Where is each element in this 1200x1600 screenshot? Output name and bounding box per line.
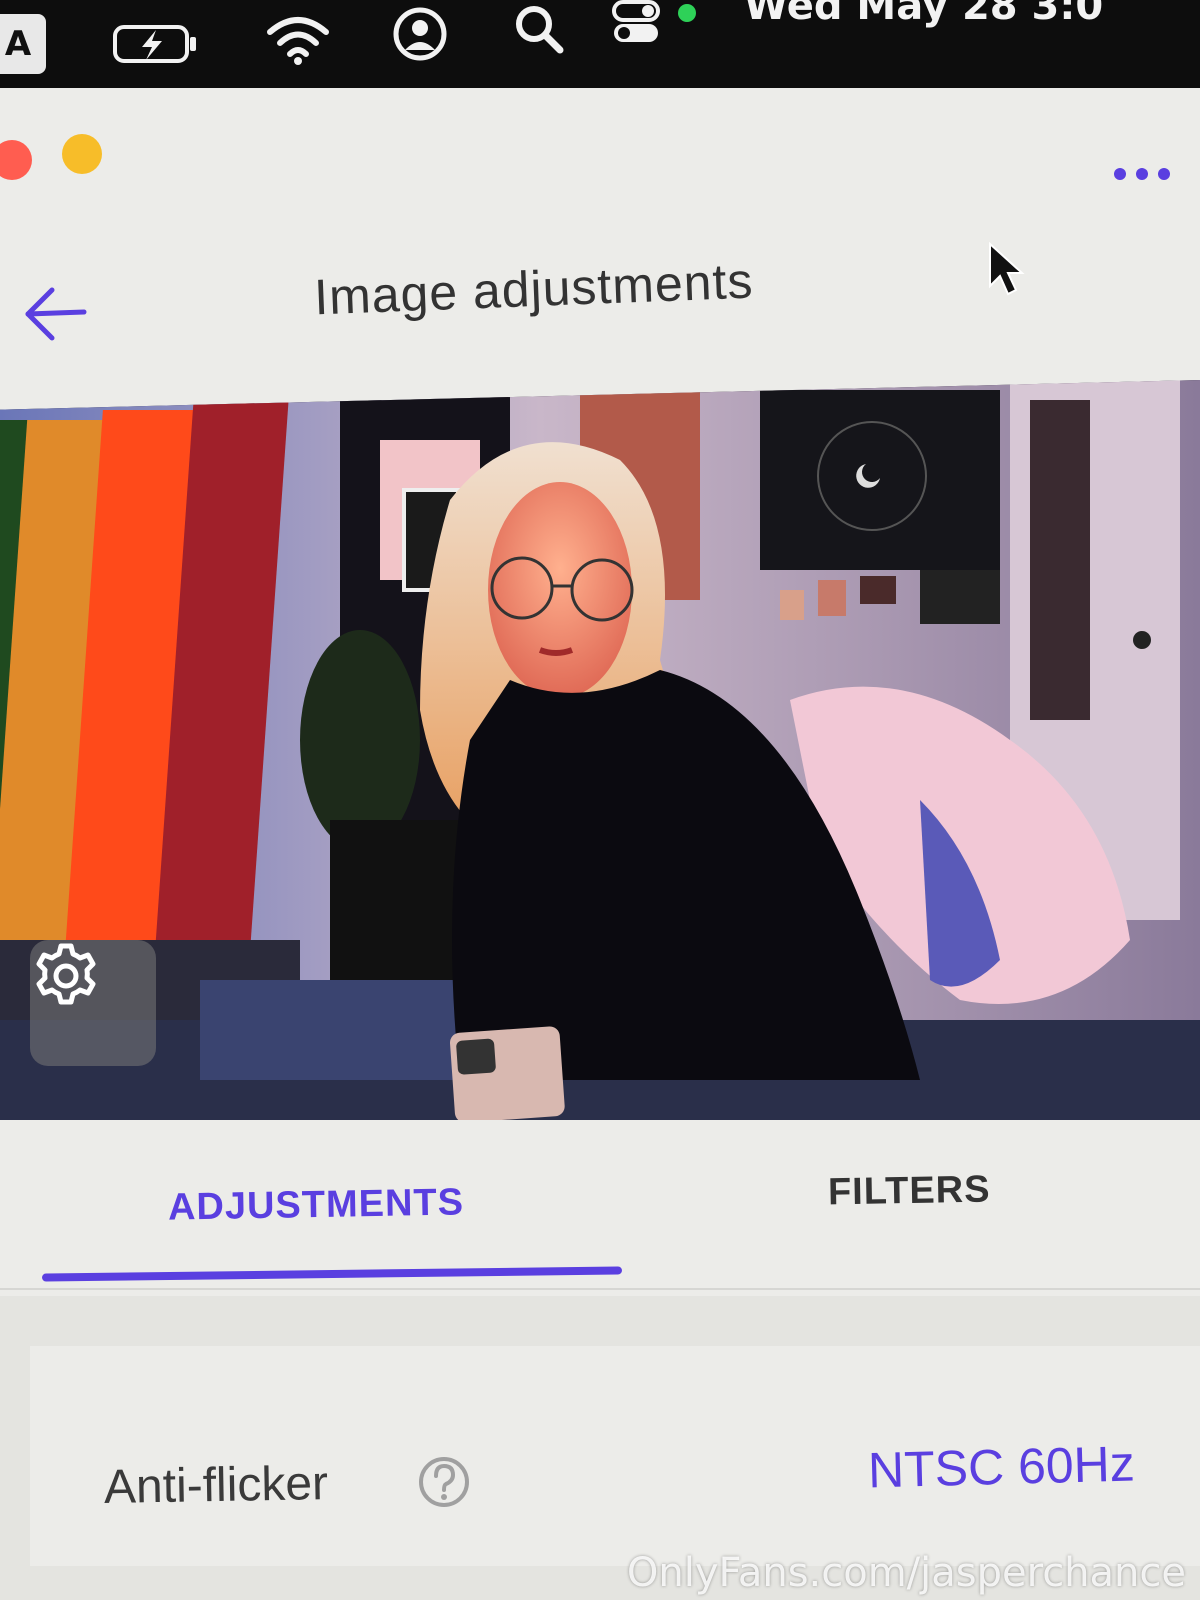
more-options-icon[interactable] [1114, 168, 1170, 180]
watermark-text: OnlyFans.com/jasperchance [626, 1550, 1186, 1596]
mouse-pointer-icon [988, 241, 1028, 300]
window-titlebar [0, 88, 1200, 218]
anti-flicker-value[interactable]: NTSC 60Hz [867, 1435, 1135, 1500]
tab-bar: ADJUSTMENTS FILTERS [0, 1120, 1200, 1296]
camera-in-use-indicator [678, 4, 696, 22]
page-header: Image adjustments [0, 218, 1200, 368]
preview-settings-button[interactable] [30, 940, 156, 1066]
user-account-icon[interactable] [392, 6, 448, 62]
more-options-dot [1136, 168, 1148, 180]
window-close-button[interactable] [0, 140, 32, 180]
input-source-indicator[interactable]: A [0, 14, 46, 74]
spotlight-search-icon[interactable] [512, 2, 566, 56]
adjustments-panel: Anti-flicker NTSC 60Hz OnlyFans.com/jasp… [0, 1296, 1200, 1600]
tab-adjustments[interactable]: ADJUSTMENTS [168, 1181, 465, 1229]
wifi-icon[interactable] [266, 14, 330, 66]
question-circle-icon[interactable] [416, 1454, 472, 1510]
camera-preview-image [0, 380, 1200, 1120]
gear-icon [36, 943, 96, 1005]
more-options-dot [1158, 168, 1170, 180]
battery-charging-icon[interactable] [112, 22, 200, 66]
camera-preview [0, 380, 1200, 1120]
menu-bar-clock[interactable]: Wed May 28 3:0 [744, 0, 1103, 36]
window-minimize-button[interactable] [62, 134, 102, 174]
screen: A Wed May 28 3:0 Image adjustments ADJUS… [0, 0, 1200, 1600]
page-title: Image adjustments [313, 252, 755, 326]
anti-flicker-label: Anti-flicker [103, 1457, 329, 1514]
anti-flicker-row[interactable]: Anti-flicker NTSC 60Hz [30, 1346, 1200, 1566]
menu-bar: A Wed May 28 3:0 [0, 0, 1200, 88]
back-arrow-icon[interactable] [20, 284, 90, 344]
more-options-dot [1114, 168, 1126, 180]
tab-filters[interactable]: FILTERS [828, 1169, 991, 1215]
control-center-icon[interactable] [610, 0, 666, 46]
tab-divider [0, 1288, 1200, 1290]
active-tab-indicator [41, 1266, 623, 1282]
